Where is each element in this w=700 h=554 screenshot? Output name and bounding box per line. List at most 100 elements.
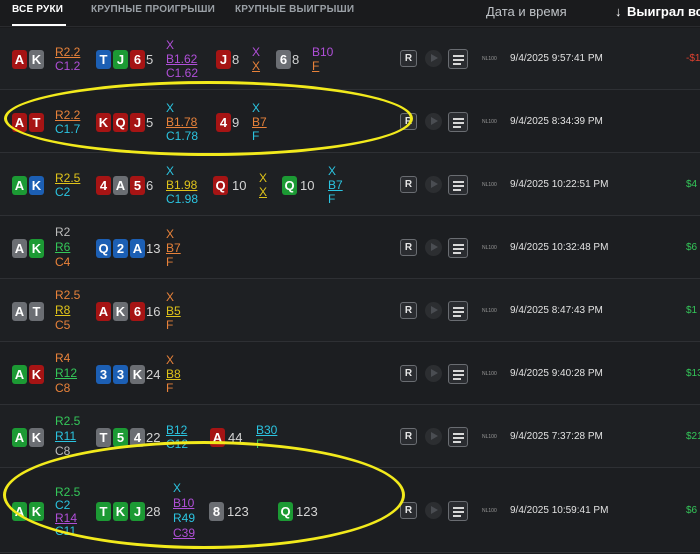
notes-icon[interactable] [448, 364, 468, 384]
play-icon[interactable] [425, 365, 442, 382]
play-icon[interactable] [425, 239, 442, 256]
card: T [96, 50, 111, 69]
column-header-won[interactable]: Выиграл все [627, 4, 700, 19]
hand-date: 9/4/2025 10:32:48 PM [510, 242, 609, 253]
action-label: R2.2 [55, 108, 81, 122]
replay-button[interactable]: R [400, 176, 417, 193]
action-label: X [173, 481, 182, 495]
notes-icon[interactable] [448, 301, 468, 321]
action-label: R6 [55, 240, 71, 254]
card: K [29, 50, 44, 69]
action-label: X [166, 353, 175, 367]
card: A [12, 502, 27, 521]
card: K [96, 113, 111, 132]
action-label: B5 [166, 304, 181, 318]
action-label: R11 [55, 429, 77, 443]
notes-icon[interactable] [448, 112, 468, 132]
play-icon[interactable] [425, 428, 442, 445]
action-label: R12 [55, 366, 78, 380]
card: A [130, 239, 145, 258]
action-label: B1.62 [166, 52, 198, 66]
replay-button[interactable]: R [400, 302, 417, 319]
replay-button[interactable]: R [400, 239, 417, 256]
sort-arrow-icon[interactable]: ↓ [615, 4, 622, 19]
action-label: B10 [173, 496, 195, 510]
action-label: R4 [55, 351, 71, 365]
notes-icon[interactable] [448, 427, 468, 447]
action-label: R2.2 [55, 45, 81, 59]
action-label: C8 [55, 444, 71, 458]
play-icon[interactable] [425, 176, 442, 193]
card: 5 [113, 428, 128, 447]
pot-size: 5 [146, 52, 154, 67]
card: 6 [276, 50, 291, 69]
card: T [29, 302, 44, 321]
play-icon[interactable] [425, 502, 442, 519]
replay-button[interactable]: R [400, 113, 417, 130]
action-label: F [166, 318, 174, 332]
card: 4 [216, 113, 231, 132]
card: J [130, 113, 145, 132]
action-label: X [166, 290, 175, 304]
action-label: X [259, 185, 268, 199]
card: K [29, 176, 44, 195]
action-label: R2.5 [55, 414, 81, 428]
table-row[interactable]: A T R2.5 R8 C5 A K 6 16 X B5 F R NL100 9/4/2025 8:47:4… [0, 279, 700, 342]
card: 3 [113, 365, 128, 384]
action-label: B1.78 [166, 115, 198, 129]
notes-icon[interactable] [448, 175, 468, 195]
card: 4 [96, 176, 111, 195]
table-row[interactable]: A K R2.5 C2 4 A 5 6 X B1.98 C1.98 Q 10 X X Q 10 X B7 F R NL10… [0, 153, 700, 216]
replay-button[interactable]: R [400, 428, 417, 445]
card: J [216, 50, 231, 69]
action-label: B7 [252, 115, 267, 129]
play-icon[interactable] [425, 50, 442, 67]
action-label: R8 [55, 303, 71, 317]
hand-date: 9/4/2025 8:47:43 PM [510, 305, 603, 316]
notes-icon[interactable] [448, 501, 468, 521]
card: K [113, 502, 128, 521]
table-row[interactable]: A K R2.5 C2 R14 C11 T K J 28 X B10 R49 C39 8 123 Q 123 R NL… [0, 468, 700, 553]
pot-size: 6 [146, 178, 154, 193]
action-label: R2.5 [55, 288, 81, 302]
stake-label: NL100 [482, 245, 497, 251]
replay-button[interactable]: R [400, 50, 417, 67]
card: Q [96, 239, 111, 258]
card: T [29, 113, 44, 132]
hand-result: $1 [686, 305, 698, 316]
table-row[interactable]: A K R2 R6 C4 Q 2 A 13 X B7 F R NL100 9/4/2025 10:32:48… [0, 216, 700, 279]
action-label: C1.62 [166, 66, 199, 80]
action-label: X [328, 164, 337, 178]
hand-date: 9/4/2025 7:37:28 PM [510, 431, 603, 442]
notes-icon[interactable] [448, 49, 468, 69]
action-label: C2 [55, 185, 71, 199]
card: K [130, 365, 145, 384]
tab-big-wins[interactable]: КРУПНЫЕ ВЫИГРЫШИ [235, 0, 354, 26]
pot-size: 10 [232, 178, 247, 193]
card: Q [282, 176, 297, 195]
action-label: C39 [173, 526, 196, 540]
column-header-date[interactable]: Дата и время [486, 4, 567, 19]
table-row[interactable]: A K R2.5 R11 C8 T 5 4 22 B12 C12 A 44 B30 F R NL100 9/4/2… [0, 405, 700, 468]
table-row[interactable]: A K R2.2 C1.2 T J 6 5 X B1.62 C1.62 J 8 X X 6 8 B10 F R NL10… [0, 28, 700, 90]
pot-size: 8 [232, 52, 240, 67]
action-label: X [259, 171, 268, 185]
table-row[interactable]: A T R2.2 C1.7 K Q J 5 X B1.78 C1.78 4 9 X B7 F R NL100 9/4… [0, 90, 700, 153]
card: 5 [130, 176, 145, 195]
replay-button[interactable]: R [400, 502, 417, 519]
pot-size: 9 [232, 115, 240, 130]
stake-label: NL100 [482, 56, 497, 62]
table-row[interactable]: A K R4 R12 C8 3 3 K 24 X B8 F R NL100 9/4/2025 9:40:28… [0, 342, 700, 405]
play-icon[interactable] [425, 302, 442, 319]
notes-icon[interactable] [448, 238, 468, 258]
card: T [96, 502, 111, 521]
tab-all-hands[interactable]: ВСЕ РУКИ [12, 0, 66, 26]
replay-button[interactable]: R [400, 365, 417, 382]
hand-result: $13 [686, 368, 700, 379]
pot-size: 13 [146, 241, 161, 256]
pot-size: 28 [146, 504, 161, 519]
play-icon[interactable] [425, 113, 442, 130]
pot-size: 10 [300, 178, 315, 193]
tab-big-losses[interactable]: КРУПНЫЕ ПРОИГРЫШИ [91, 0, 215, 26]
action-label: C1.98 [166, 192, 199, 206]
